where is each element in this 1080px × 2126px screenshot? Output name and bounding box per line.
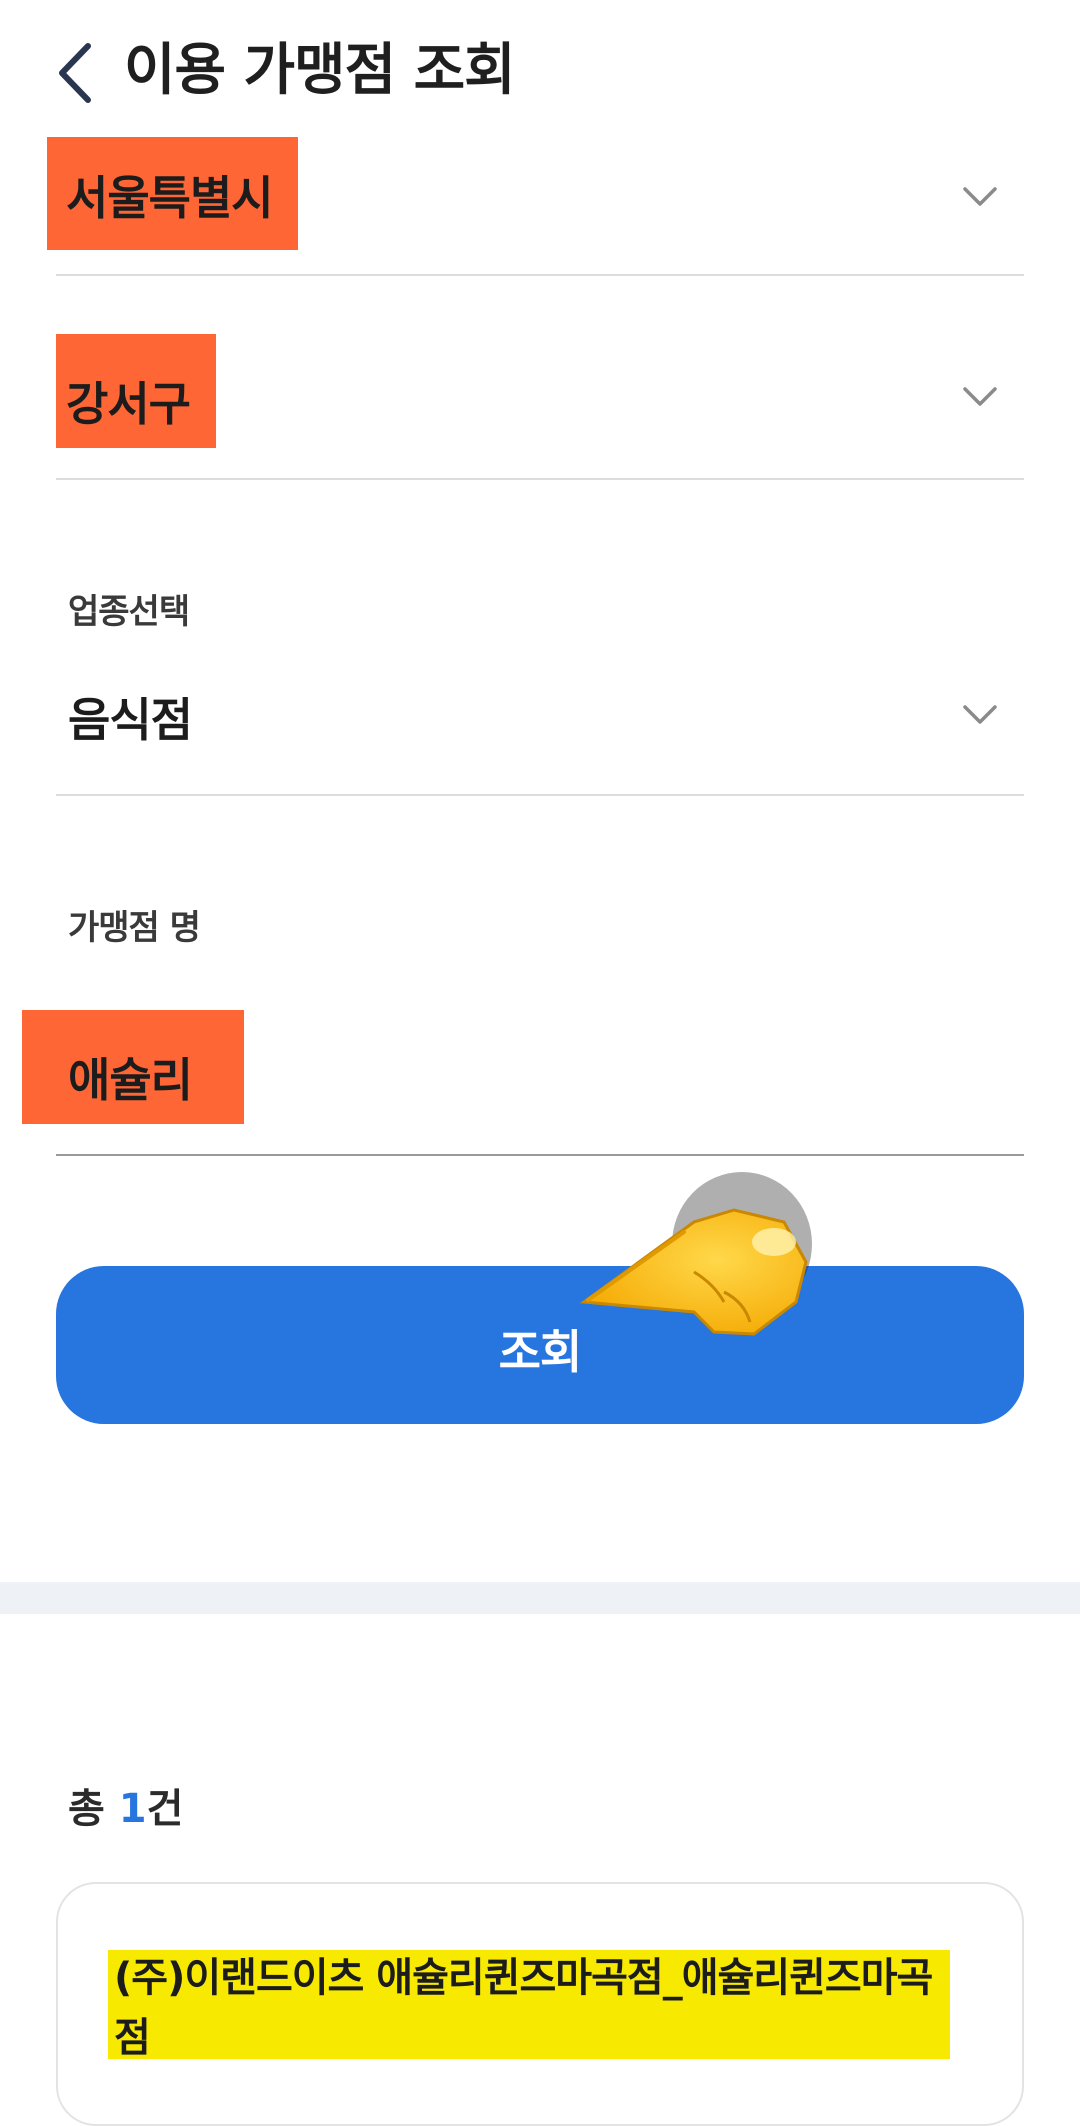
chevron-left-icon: [59, 43, 91, 103]
business-type-label: 업종선택: [68, 592, 190, 632]
divider: [56, 478, 1024, 480]
search-button[interactable]: 조회: [56, 1266, 1024, 1424]
district-value: 강서구: [66, 377, 191, 431]
chevron-down-icon: [963, 187, 997, 206]
merchant-name-value: 애슐리: [68, 1053, 193, 1107]
divider: [56, 794, 1024, 796]
section-divider: [0, 1582, 1080, 1614]
chevron-down-icon: [963, 387, 997, 406]
result-count-prefix: 총: [68, 1786, 119, 1832]
divider: [56, 1154, 1024, 1156]
search-button-label: 조회: [498, 1325, 583, 1379]
merchant-name-label: 가맹점 명: [68, 908, 201, 948]
result-count-number: 1: [118, 1786, 147, 1832]
page-title: 이용 가맹점 조회: [124, 38, 516, 103]
back-button[interactable]: [52, 38, 102, 108]
result-count: 총 1건: [68, 1776, 183, 1834]
result-count-suffix: 건: [146, 1786, 184, 1832]
app-header: 이용 가맹점 조회: [0, 0, 1080, 140]
chevron-down-icon: [963, 705, 997, 724]
result-merchant-name: (주)이랜드이츠 애슐리퀸즈마곡점_애슐리퀸즈마곡점: [114, 1955, 933, 2061]
business-type-select[interactable]: [56, 640, 1024, 796]
business-type-value: 음식점: [68, 693, 193, 747]
pointing-hand-icon: [579, 1172, 812, 1336]
city-value: 서울특별시: [66, 171, 274, 225]
